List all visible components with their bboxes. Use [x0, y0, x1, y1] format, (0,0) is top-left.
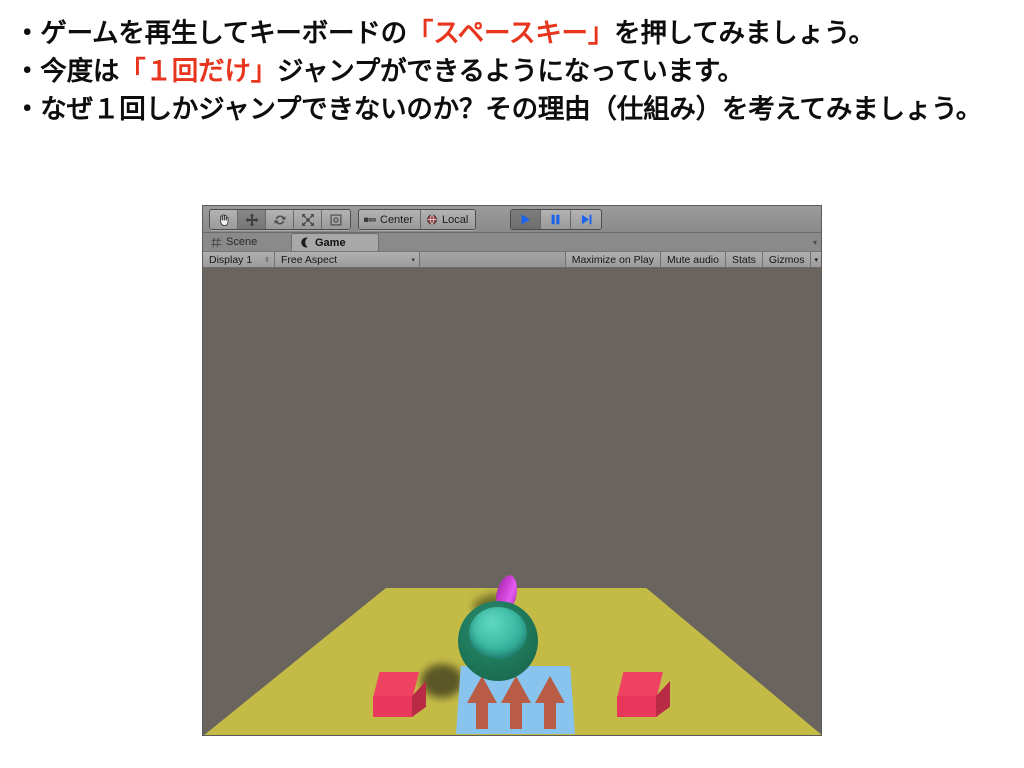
bullet-line-1-accent: 「スペースキー」: [406, 18, 615, 48]
tab-game-label: Game: [315, 236, 346, 249]
tab-scene-label: Scene: [226, 236, 258, 248]
game-view-toolbar: Display 1 ⇳ Free Aspect ▾ Maximize on Pl…: [203, 251, 821, 268]
jump-pad-arrow-2-shaft: [510, 701, 522, 729]
pivot-rotation-button[interactable]: Local: [421, 210, 476, 229]
aspect-dropdown-label: Free Aspect: [281, 253, 338, 266]
play-button[interactable]: [511, 210, 541, 229]
tab-overflow-arrow-icon[interactable]: ▾: [813, 238, 817, 247]
bullet-line-3: ・なぜ１回しかジャンプできないのか？その理由（仕組み）を考えてみましょう。: [14, 94, 983, 124]
cube-right-top-face: [617, 672, 663, 698]
jump-pad-arrow-1: [467, 676, 497, 729]
maximize-on-play-label: Maximize on Play: [571, 253, 654, 266]
aspect-dropdown-caret-icon: ▾: [411, 256, 415, 264]
jump-pad-arrow-3: [535, 676, 565, 729]
bullet-line-1-part-1: ・ゲームを再生してキーボードの: [14, 18, 407, 48]
cube-left: [363, 672, 429, 718]
unity-editor-window: Center Local Scene Game ▾ Display 1 ⇳ Fr…: [202, 205, 822, 736]
maximize-on-play-toggle[interactable]: Maximize on Play: [564, 252, 660, 267]
pause-icon: [551, 214, 560, 225]
pivot-mode-button[interactable]: Center: [359, 210, 422, 229]
display-dropdown-label: Display 1: [209, 253, 253, 266]
cube-left-front-face: [373, 696, 413, 717]
cube-left-top-face: [373, 672, 419, 698]
pivot-mode-label: Center: [380, 213, 414, 226]
gizmos-toggle[interactable]: Gizmos: [761, 252, 811, 267]
bullet-line-2-part-1: ・今度は: [14, 56, 120, 86]
jump-pad-arrow-2: [501, 676, 531, 729]
game-view-icon: [301, 237, 308, 248]
move-tool-button[interactable]: [238, 210, 266, 229]
step-forward-icon: [581, 214, 591, 225]
stats-label: Stats: [731, 253, 756, 266]
display-dropdown-caret-icon: ⇳: [264, 256, 270, 264]
game-view-render[interactable]: [203, 268, 821, 735]
scale-tool-button[interactable]: [294, 210, 322, 229]
move-icon: [245, 213, 258, 226]
view-tab-bar: Scene Game ▾: [203, 233, 821, 251]
local-globe-icon: [427, 214, 438, 225]
display-dropdown[interactable]: Display 1 ⇳: [203, 252, 275, 267]
tab-scene[interactable]: Scene: [203, 233, 291, 251]
transform-tool-group: [209, 209, 351, 230]
jump-pad-arrow-3-head: [535, 676, 565, 703]
bullet-line-2-accent: 「１回だけ」: [119, 56, 278, 86]
aspect-dropdown[interactable]: Free Aspect ▾: [275, 252, 420, 267]
rotate-tool-button[interactable]: [266, 210, 294, 229]
rect-tool-button[interactable]: [322, 210, 350, 229]
pause-button[interactable]: [541, 210, 571, 229]
play-icon: [521, 214, 530, 225]
slide-text-block: ・ゲームを再生してキーボードの「スペースキー」を押してみましょう。 ・今度は「１…: [0, 0, 1024, 128]
rotate-icon: [273, 214, 286, 225]
mute-audio-label: Mute audio: [667, 253, 719, 266]
cube-right-front-face: [617, 696, 657, 717]
cube-right: [603, 672, 673, 718]
jump-pad-arrow-1-shaft: [476, 701, 488, 729]
pivot-rotation-label: Local: [442, 213, 469, 226]
gizmos-label: Gizmos: [768, 253, 805, 266]
stats-toggle[interactable]: Stats: [724, 252, 762, 267]
scene-grid-icon: [211, 237, 222, 247]
bullet-line-1: ・ゲームを再生してキーボードの「スペースキー」を押してみましょう。: [14, 14, 1012, 52]
hand-tool-button[interactable]: [210, 210, 238, 229]
player-sphere: [458, 573, 538, 681]
scale-icon: [301, 213, 314, 226]
rect-transform-icon: [330, 214, 342, 225]
playback-control-group: [510, 209, 602, 230]
step-button[interactable]: [571, 210, 601, 229]
mute-audio-toggle[interactable]: Mute audio: [660, 252, 725, 267]
tab-game[interactable]: Game: [291, 233, 379, 251]
bullet-line-2: ・今度は「１回だけ」ジャンプができるようになっています。: [14, 52, 1012, 90]
pivot-tool-group: Center Local: [358, 209, 477, 230]
unity-toolbar: Center Local: [203, 206, 821, 233]
bullet-line-2-part-2: ジャンプができるようになっています。: [277, 56, 744, 86]
hand-icon: [219, 213, 228, 226]
gizmos-dropdown-caret-icon[interactable]: ▾: [810, 252, 821, 267]
game-view-toolbar-spacer: [420, 252, 565, 267]
player-sphere-inner: [469, 607, 527, 659]
bullet-line-1-part-2: を押してみましょう。: [614, 18, 875, 48]
jump-pad-arrow-3-shaft: [544, 701, 556, 729]
pivot-center-icon: [364, 217, 376, 222]
